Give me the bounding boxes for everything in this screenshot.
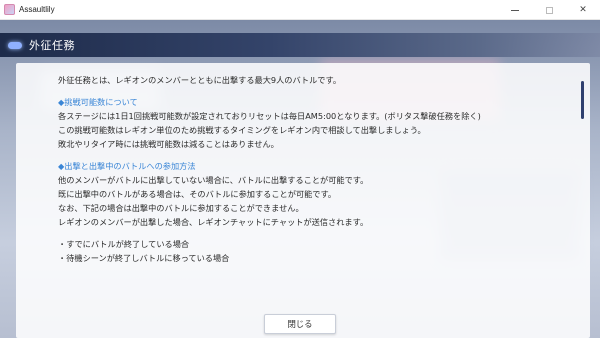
info-panel: 外征任務とは、レギオンのメンバーとともに出撃する最大9人のバトルです。 ◆挑戦可… [16,63,590,338]
game-area: 外征任務 外征任務とは、レギオンのメンバーとともに出撃する最大9人のバトルです。… [0,20,600,338]
section-heading: ◆出撃と出撃中のバトルへの参加方法 [58,161,196,171]
section-line: なお、下記の場合は出撃中のバトルに参加することができません。 [58,203,304,213]
section-heading: ◆挑戦可能数について [58,97,138,107]
window-titlebar: Assaultlily ✕ [0,0,600,20]
close-button[interactable]: 閉じる [264,314,336,334]
section-line: レギオンのメンバーが出撃した場合、レギオンチャットにチャットが送信されます。 [58,217,369,227]
window-controls: ✕ [498,0,600,20]
dialog-header: 外征任務 [0,33,600,57]
header-pill-icon [8,41,22,49]
maximize-icon [545,6,553,14]
app-icon [4,4,15,15]
section-line: 既に出撃中のバトルがある場合は、そのバトルに参加することが可能です。 [58,189,337,199]
info-text: 外征任務とは、レギオンのメンバーとともに出撃する最大9人のバトルです。 ◆挑戦可… [58,73,558,265]
bullet-item: ・すでにバトルが終了している場合 [58,239,190,249]
section-line: この挑戦可能数はレギオン単位のため挑戦するタイミングをレギオン内で相談して出撃し… [58,125,426,135]
dialog-title: 外征任務 [29,39,75,52]
maximize-button[interactable] [532,0,566,20]
window-title: Assaultlily [19,5,55,14]
intro-text: 外征任務とは、レギオンのメンバーとともに出撃する最大9人のバトルです。 [58,75,342,85]
section-line: 敗北やリタイア時には挑戦可能数は減ることはありません。 [58,139,279,149]
minimize-button[interactable] [498,0,532,20]
minimize-icon [511,9,519,11]
bullet-item: ・待機シーンが終了しバトルに移っている場合 [58,253,230,263]
close-window-icon: ✕ [579,5,587,15]
close-window-button[interactable]: ✕ [566,0,600,20]
section-line: 他のメンバーがバトルに出撃していない場合に、バトルに出撃することが可能です。 [58,175,369,185]
section-line: 各ステージには1日1回挑戦可能数が設定されておりリセットは毎日AM5:00となり… [58,111,481,121]
scrollbar[interactable] [581,81,584,119]
